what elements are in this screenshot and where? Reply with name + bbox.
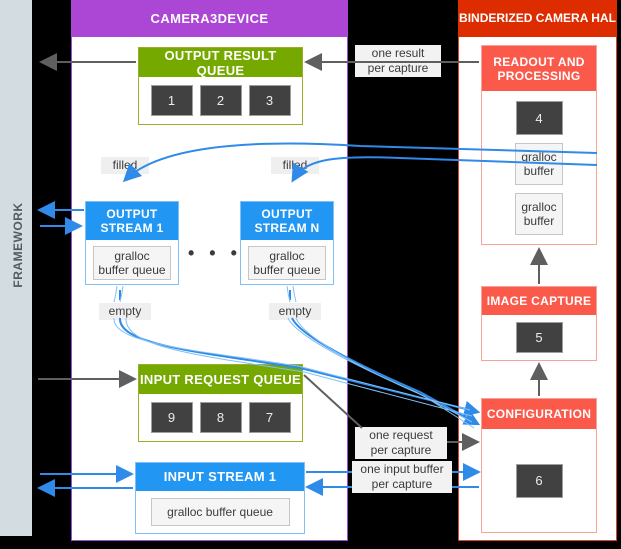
one-request-per-capture-label: one request per capture (355, 427, 447, 459)
empty-label-stream-n: empty (269, 303, 321, 320)
hal-gralloc-buffer: gralloc buffer (515, 143, 563, 185)
output-stream-1: OUTPUT STREAM 1 gralloc buffer queue (85, 201, 179, 285)
camera3device-title: CAMERA3DEVICE (71, 0, 348, 37)
hal-readout-and-processing: READOUT AND PROCESSING 4 gralloc buffer … (481, 45, 597, 245)
input-stream-1: INPUT STREAM 1 gralloc buffer queue (135, 462, 305, 534)
one-input-buffer-per-capture-label: one input buffer per capture (352, 461, 452, 493)
hal-image-capture: IMAGE CAPTURE 5 (481, 286, 597, 361)
hal-configuration-chip: 6 (515, 463, 563, 498)
empty-label-stream-1: empty (99, 303, 151, 320)
stream-ellipsis: • • • (188, 243, 242, 263)
hal-image-capture-title: IMAGE CAPTURE (482, 287, 596, 315)
hal-readout-title: READOUT AND PROCESSING (482, 46, 596, 91)
hal-readout-chip: 4 (515, 101, 563, 135)
framework-label: FRAMEWORK (11, 202, 25, 288)
result-chip: 1 (150, 85, 193, 116)
input-request-queue: INPUT REQUEST QUEUE 9 8 7 (138, 364, 303, 442)
request-chip: 7 (248, 402, 291, 433)
hal-image-capture-chip: 5 (515, 322, 563, 353)
framework-column: FRAMEWORK (0, 0, 32, 536)
input-stream-1-buffer-queue: gralloc buffer queue (150, 498, 290, 526)
input-request-queue-title: INPUT REQUEST QUEUE (139, 365, 302, 394)
input-stream-1-title: INPUT STREAM 1 (136, 463, 304, 491)
hal-gralloc-buffer: gralloc buffer (515, 193, 563, 235)
request-chip: 8 (199, 402, 242, 433)
output-stream-1-title: OUTPUT STREAM 1 (86, 202, 178, 240)
output-stream-n-buffer-queue: gralloc buffer queue (248, 246, 326, 280)
filled-label-stream-n: filled (271, 157, 319, 174)
hal-configuration-title: CONFIGURATION (482, 399, 596, 429)
output-stream-1-buffer-queue: gralloc buffer queue (93, 246, 171, 280)
result-chip: 3 (248, 85, 291, 116)
output-result-queue-title: OUTPUT RESULT QUEUE (139, 48, 302, 78)
result-chip: 2 (199, 85, 242, 116)
output-stream-n: OUTPUT STREAM N gralloc buffer queue (240, 201, 334, 285)
request-chip: 9 (150, 402, 193, 433)
filled-label-stream-1: filled (101, 157, 149, 174)
output-result-queue: OUTPUT RESULT QUEUE 1 2 3 (138, 47, 303, 125)
one-result-per-capture-label: one result per capture (355, 45, 441, 77)
hal-title: BINDERIZED CAMERA HAL (458, 0, 617, 37)
output-stream-n-title: OUTPUT STREAM N (241, 202, 333, 240)
hal-configuration: CONFIGURATION 6 (481, 398, 597, 533)
diagram-canvas: FRAMEWORK CAMERA3DEVICE BINDERIZED CAMER… (0, 0, 621, 549)
